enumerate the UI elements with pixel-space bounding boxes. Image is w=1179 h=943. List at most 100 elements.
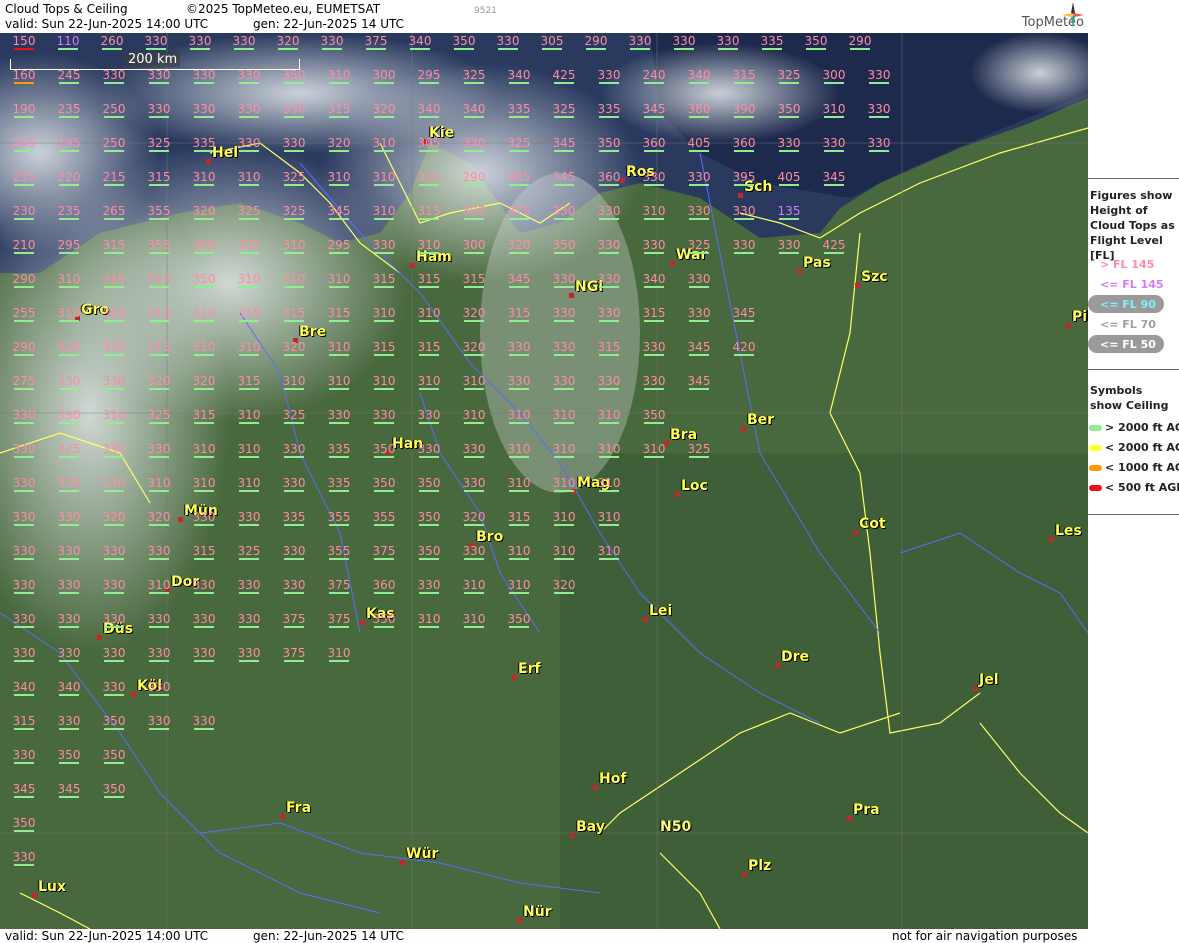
ceiling-legend-item: < 1000 ft AGL <box>1105 461 1179 474</box>
cloud-top-value: 345 <box>327 204 351 220</box>
cloud-top-value: 315 <box>282 306 306 322</box>
cloud-top-value: 325 <box>237 204 261 220</box>
ceiling-legend-item: > 2000 ft AGL <box>1105 421 1179 434</box>
cloud-top-value: 335 <box>327 476 351 492</box>
cloud-top-value: 330 <box>147 68 171 84</box>
cloud-top-value: 330 <box>147 442 171 458</box>
cloud-top-value: 310 <box>192 442 216 458</box>
city-marker <box>853 530 858 535</box>
cloud-top-value: 330 <box>462 476 486 492</box>
cloud-top-value: 330 <box>12 578 36 594</box>
cloud-top-value: 330 <box>192 510 216 526</box>
cloud-top-value: 310 <box>417 306 441 322</box>
cloud-top-value: 330 <box>147 612 171 628</box>
cloud-top-value: 360 <box>597 170 621 186</box>
cloud-top-value: 325 <box>507 136 531 152</box>
cloud-top-value: 315 <box>102 238 126 254</box>
ceiling-symbol <box>1089 465 1102 471</box>
cloud-top-value: 325 <box>552 102 576 118</box>
cloud-top-value: 340 <box>408 34 432 50</box>
cloud-top-value: 330 <box>192 578 216 594</box>
cloud-top-value: 330 <box>417 442 441 458</box>
cloud-top-value: 340 <box>687 68 711 84</box>
cloud-top-value: 330 <box>237 646 261 662</box>
cloud-top-value: 330 <box>597 306 621 322</box>
city-marker <box>675 492 680 497</box>
cloud-top-value: 330 <box>12 442 36 458</box>
cloud-top-value: 355 <box>372 510 396 526</box>
cloud-top-value: 310 <box>57 306 81 322</box>
cloud-top-value: 330 <box>687 272 711 288</box>
cloud-top-value: 350 <box>804 34 828 50</box>
cloud-top-value: 310 <box>597 442 621 458</box>
cloud-top-value: 330 <box>102 476 126 492</box>
cloud-top-value: 310 <box>462 612 486 628</box>
cloud-top-value: 290 <box>848 34 872 50</box>
cloud-top-value: 350 <box>372 442 396 458</box>
cloud-top-value: 320 <box>327 136 351 152</box>
cloud-top-value: 345 <box>687 374 711 390</box>
city-marker <box>517 918 522 923</box>
cloud-top-value: 330 <box>716 34 740 50</box>
cloud-top-value: 330 <box>102 442 126 458</box>
cloud-top-value: 330 <box>777 238 801 254</box>
symbols-title: Symbols show Ceiling <box>1090 384 1169 412</box>
cloud-top-value: 360 <box>372 578 396 594</box>
cloud-top-value: 320 <box>276 34 300 50</box>
cloud-top-value: 330 <box>552 204 576 220</box>
city-label: Fra <box>286 800 312 816</box>
city-marker <box>32 893 37 898</box>
cloud-top-value: 235 <box>57 204 81 220</box>
cloud-top-value: 310 <box>327 68 351 84</box>
cloud-top-value: 330 <box>102 374 126 390</box>
cloud-top-value: 330 <box>102 68 126 84</box>
cloud-top-value: 315 <box>642 306 666 322</box>
cloud-top-value: 330 <box>102 544 126 560</box>
cloud-top-value: 335 <box>327 442 351 458</box>
fl-legend-item: <= FL 50 <box>1100 338 1156 351</box>
cloud-top-value: 330 <box>147 714 171 730</box>
cloud-top-value: 340 <box>462 102 486 118</box>
cloud-top-value: 325 <box>147 136 171 152</box>
city-label: Lei <box>649 603 673 619</box>
cloud-top-value: 320 <box>462 510 486 526</box>
ceiling-symbol <box>1089 485 1102 491</box>
cloud-top-value: 325 <box>687 442 711 458</box>
cloud-top-value: 330 <box>192 612 216 628</box>
cloud-top-value: 315 <box>372 340 396 356</box>
cloud-top-value: 350 <box>452 34 476 50</box>
cloud-top-value: 375 <box>364 34 388 50</box>
cloud-top-value: 350 <box>777 102 801 118</box>
footer-gen: gen: 22-Jun-2025 14 UTC <box>253 929 405 943</box>
cloud-top-value: 330 <box>372 408 396 424</box>
cloud-top-value: 310 <box>237 408 261 424</box>
cloud-top-value: 265 <box>102 204 126 220</box>
cloud-top-value: 310 <box>507 476 531 492</box>
cloud-top-value: 330 <box>57 374 81 390</box>
fl-legend-item: <= FL 90 <box>1100 298 1156 311</box>
city-label: Erf <box>518 661 541 677</box>
cloud-top-value: 315 <box>732 68 756 84</box>
cloud-top-value: 330 <box>597 374 621 390</box>
cloud-top-value: 310 <box>372 306 396 322</box>
cloud-top-value: 240 <box>642 68 666 84</box>
cloud-top-value: 310 <box>507 442 531 458</box>
cloud-top-value: 330 <box>282 578 306 594</box>
cloud-top-value: 160 <box>12 68 36 84</box>
cloud-top-value: 350 <box>642 408 666 424</box>
cloud-top-value: 300 <box>462 238 486 254</box>
cloud-top-value: 245 <box>12 136 36 152</box>
cloud-top-value: 340 <box>507 68 531 84</box>
cloud-top-value: 325 <box>462 68 486 84</box>
satellite-map[interactable]: KieHelRosSchWarPasSzcHamNGlGroBrePilHanB… <box>0 33 1089 929</box>
cloud-top-value: 310 <box>597 544 621 560</box>
cloud-top-value: 310 <box>597 510 621 526</box>
figures-title: Figures show Height of Cloud Tops as Fli… <box>1090 189 1175 262</box>
cloud-top-value: 325 <box>57 340 81 356</box>
cloud-top-value: 315 <box>12 714 36 730</box>
cloud-top-value: 320 <box>462 306 486 322</box>
cloud-top-value: 320 <box>192 204 216 220</box>
cloud-top-value: 340 <box>417 102 441 118</box>
city-marker <box>847 816 852 821</box>
copyright: ©2025 TopMeteo.eu, EUMETSAT <box>186 2 381 16</box>
